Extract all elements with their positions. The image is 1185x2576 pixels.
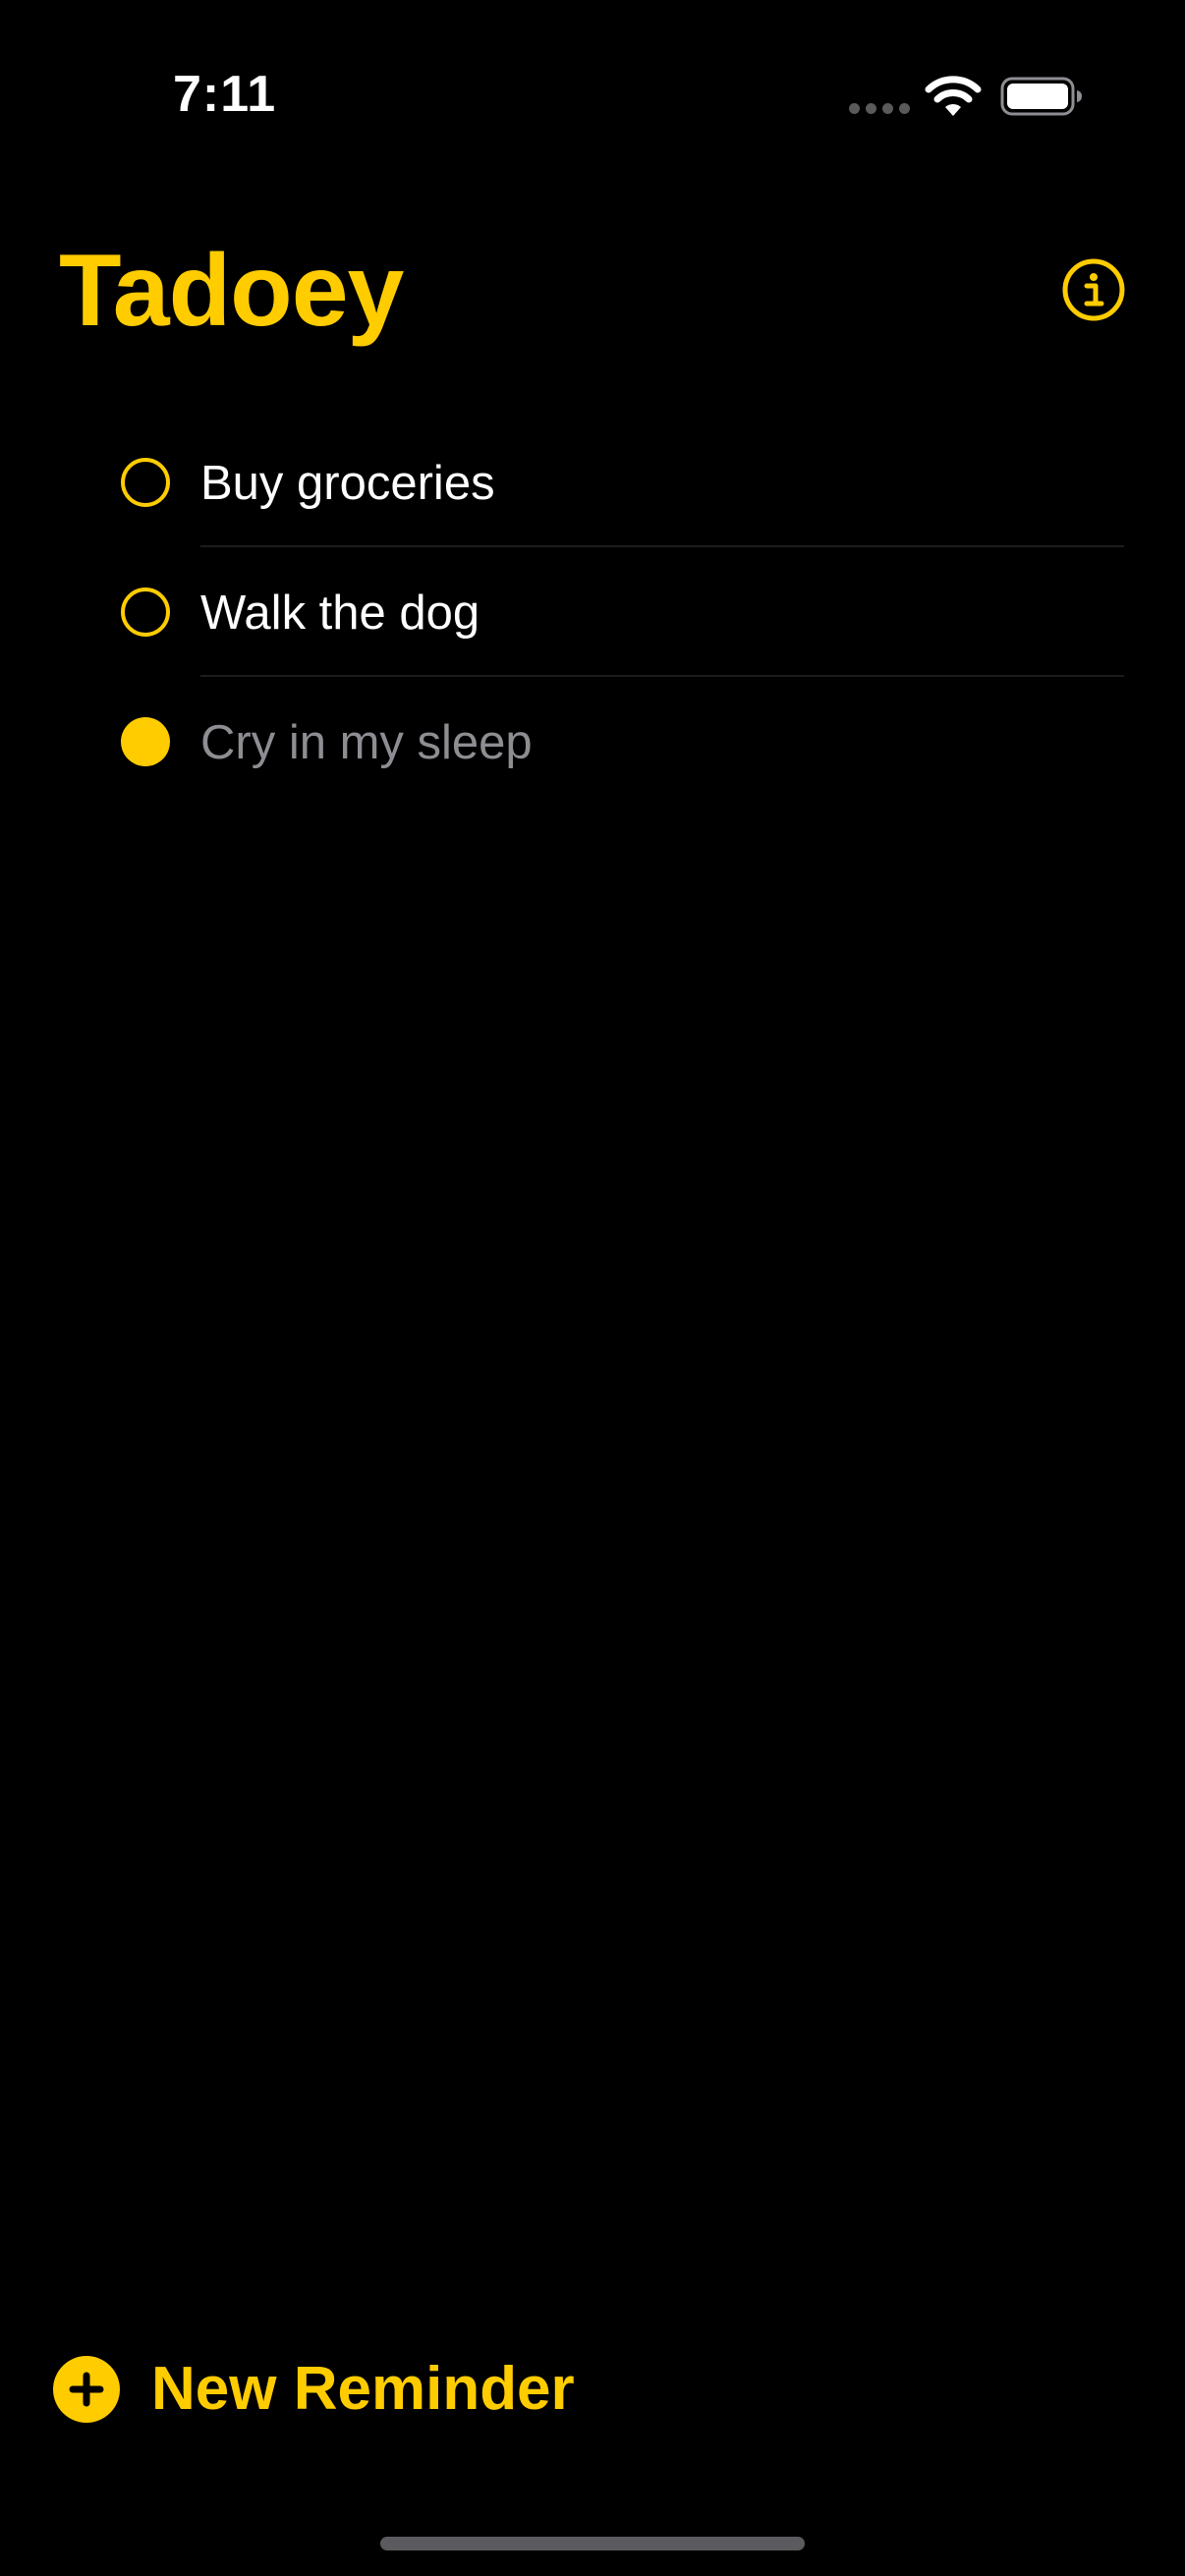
completion-toggle[interactable] <box>121 588 170 637</box>
reminder-title[interactable]: Walk the dog <box>200 585 480 642</box>
battery-icon <box>1000 77 1082 116</box>
reminder-list: Buy groceries Walk the dog Cry in my sle… <box>0 418 1185 807</box>
reminder-title[interactable]: Cry in my sleep <box>200 714 533 771</box>
cellular-signal-icon <box>849 103 910 114</box>
reminder-title[interactable]: Buy groceries <box>200 455 495 512</box>
home-indicator[interactable] <box>380 2537 805 2550</box>
reminder-row: Buy groceries <box>0 418 1185 547</box>
status-bar: 7:11 <box>0 0 1185 196</box>
status-time: 7:11 <box>173 66 277 123</box>
completion-toggle[interactable] <box>121 458 170 507</box>
new-reminder-label: New Reminder <box>151 2355 575 2423</box>
info-circle-icon[interactable] <box>1061 257 1126 322</box>
plus-circle-icon <box>53 2355 120 2423</box>
wifi-icon <box>925 76 982 116</box>
new-reminder-button[interactable]: New Reminder <box>53 2354 575 2424</box>
reminder-row: Cry in my sleep <box>0 677 1185 807</box>
reminder-row: Walk the dog <box>0 547 1185 677</box>
page-title: Tadoey <box>59 234 404 348</box>
completion-toggle[interactable] <box>121 717 170 766</box>
